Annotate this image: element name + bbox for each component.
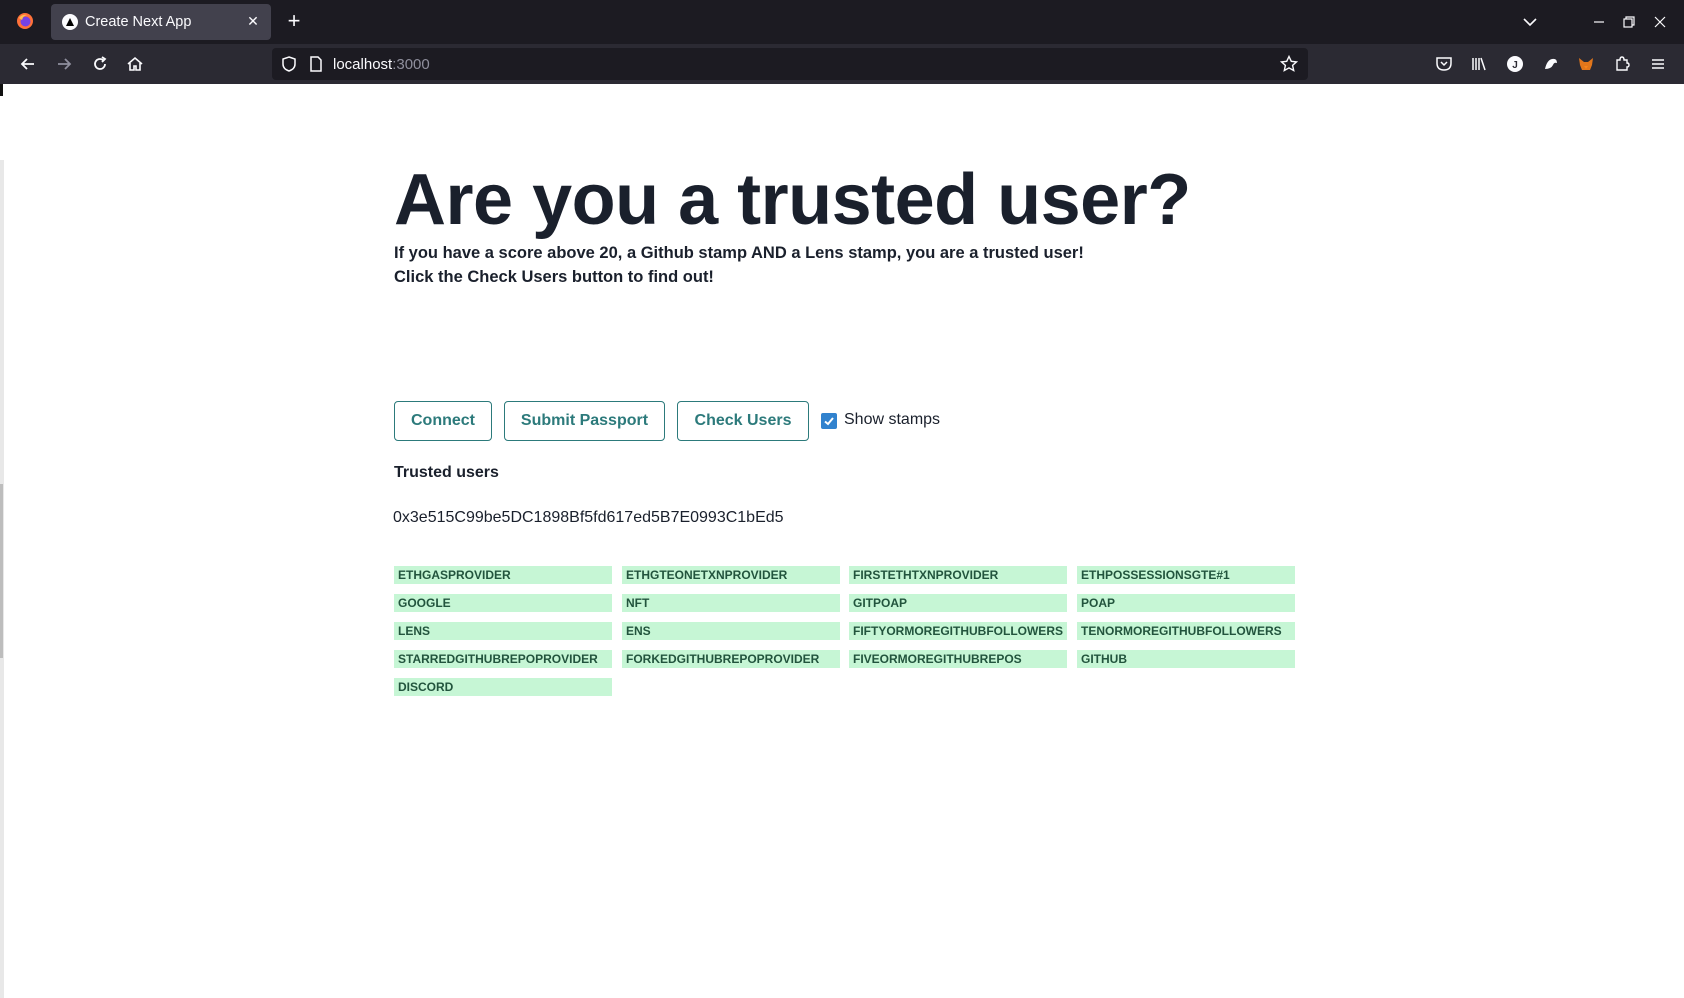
check-users-button[interactable]: Check Users xyxy=(677,401,809,441)
library-icon[interactable] xyxy=(1469,54,1489,74)
menu-icon[interactable] xyxy=(1648,54,1668,74)
page-title: Are you a trusted user? xyxy=(394,160,1191,240)
stamp-badge: STARREDGITHUBREPOPROVIDER xyxy=(394,650,612,668)
tab-create-next-app[interactable]: Create Next App ✕ xyxy=(51,4,271,40)
page-icon[interactable] xyxy=(306,54,326,74)
close-window-icon[interactable] xyxy=(1650,12,1670,32)
trusted-user-address: 0x3e515C99be5DC1898Bf5fd617ed5B7E0993C1b… xyxy=(393,509,784,526)
url-host: localhost xyxy=(333,56,393,73)
stamp-badge: NFT xyxy=(622,594,840,612)
back-icon[interactable] xyxy=(18,54,38,74)
action-bar: Connect Submit Passport Check Users Show… xyxy=(394,401,1294,441)
svg-text:J: J xyxy=(1512,60,1518,71)
stamp-badge: GITPOAP xyxy=(849,594,1067,612)
browser-nav-bar: localhost:3000 J xyxy=(0,44,1684,84)
url-bar[interactable]: localhost:3000 xyxy=(272,48,1308,80)
tab-favicon-icon xyxy=(62,14,78,30)
stamp-badge: ETHGTEONETXNPROVIDER xyxy=(622,566,840,584)
stamp-badge: LENS xyxy=(394,622,612,640)
show-stamps-checkbox[interactable] xyxy=(821,413,837,429)
stamp-badge: FIVEORMOREGITHUBREPOS xyxy=(849,650,1067,668)
account-icon[interactable]: J xyxy=(1505,54,1525,74)
stamp-badge: FORKEDGITHUBREPOPROVIDER xyxy=(622,650,840,668)
stamp-badge: GOOGLE xyxy=(394,594,612,612)
shield-icon[interactable] xyxy=(279,54,299,74)
chevron-down-icon[interactable] xyxy=(1520,12,1540,32)
intro-line-1: If you have a score above 20, a Github s… xyxy=(394,244,1084,262)
browser-tab-bar: Create Next App ✕ + xyxy=(0,0,1684,44)
minimize-icon[interactable] xyxy=(1589,12,1609,32)
stamp-badge: ENS xyxy=(622,622,840,640)
home-icon[interactable] xyxy=(125,54,145,74)
star-icon[interactable] xyxy=(1279,54,1299,74)
intro-line-2: Click the Check Users button to find out… xyxy=(394,268,714,286)
trusted-users-heading: Trusted users xyxy=(394,464,499,481)
url-port: :3000 xyxy=(392,56,430,73)
pocket-icon[interactable] xyxy=(1434,54,1454,74)
plus-icon[interactable]: + xyxy=(284,10,304,34)
connect-button[interactable]: Connect xyxy=(394,401,492,441)
extension-icon[interactable] xyxy=(1541,54,1561,74)
main-content: Are you a trusted user? If you have a sc… xyxy=(393,160,1295,696)
restore-icon[interactable] xyxy=(1619,12,1639,32)
close-icon[interactable]: ✕ xyxy=(245,13,261,29)
tab-title: Create Next App xyxy=(85,14,192,30)
reload-icon[interactable] xyxy=(90,54,110,74)
checkmark-icon xyxy=(824,417,834,426)
stamp-badge: DISCORD xyxy=(394,678,612,696)
stamp-badge: TENORMOREGITHUBFOLLOWERS xyxy=(1077,622,1295,640)
stamp-badge: FIFTYORMOREGITHUBFOLLOWERS xyxy=(849,622,1067,640)
intro-text: If you have a score above 20, a Github s… xyxy=(394,241,1294,289)
stamp-badge: ETHPOSSESSIONSGTE#1 xyxy=(1077,566,1295,584)
stamp-badge: GITHUB xyxy=(1077,650,1295,668)
page-viewport: Are you a trusted user? If you have a sc… xyxy=(0,84,1684,998)
stamp-badge: ETHGASPROVIDER xyxy=(394,566,612,584)
metamask-icon[interactable] xyxy=(1576,54,1596,74)
submit-passport-button[interactable]: Submit Passport xyxy=(504,401,665,441)
url-text: localhost:3000 xyxy=(333,56,430,73)
stamp-badge: FIRSTETHTXNPROVIDER xyxy=(849,566,1067,584)
page-corner-mark xyxy=(0,84,3,96)
stamp-badge: POAP xyxy=(1077,594,1295,612)
page-scroll-indicator[interactable] xyxy=(0,484,3,658)
extensions-icon[interactable] xyxy=(1612,54,1632,74)
forward-icon[interactable] xyxy=(54,54,74,74)
firefox-icon[interactable] xyxy=(16,12,34,30)
show-stamps-label: Show stamps xyxy=(844,411,941,428)
